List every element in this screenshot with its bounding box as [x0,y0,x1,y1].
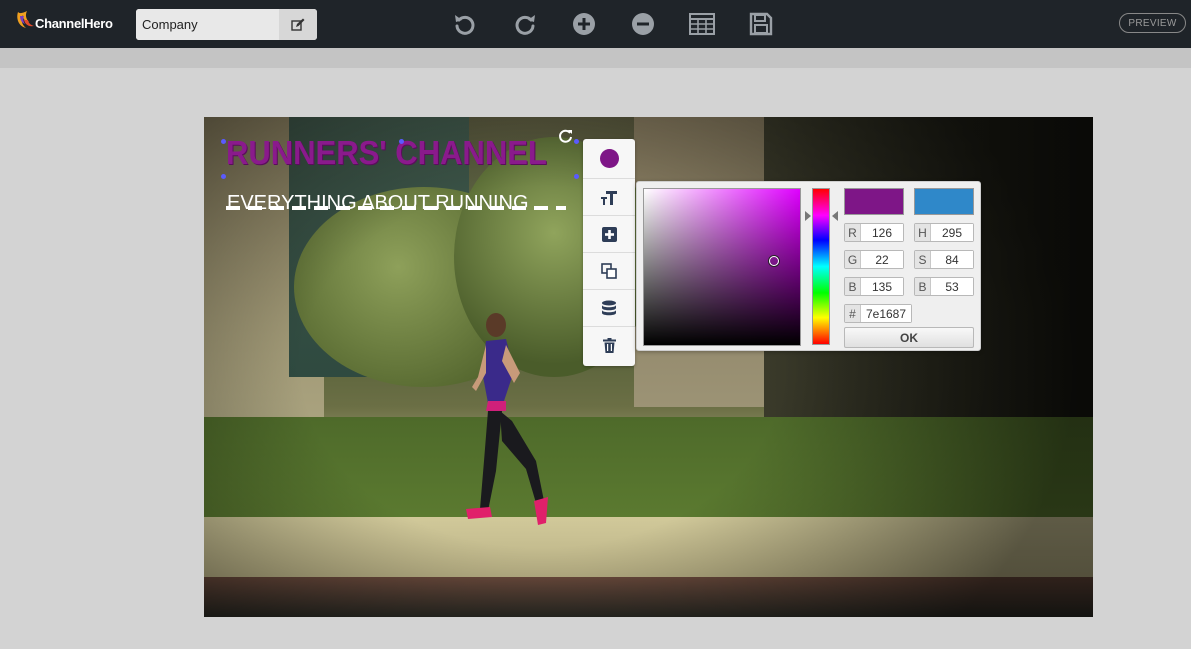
zoom-out-button[interactable] [629,10,657,38]
hue-arrow-right [832,211,838,221]
channel-subtitle[interactable]: EVERYTHING ABOUT RUNNING [227,192,529,215]
resize-handle[interactable] [399,139,404,144]
brand-name: ChannelHero [35,16,113,31]
green-field[interactable]: G 22 [844,250,904,269]
hex-value[interactable]: 7e1687 [861,305,911,322]
text-size-button[interactable] [583,179,635,216]
text-size-icon [601,191,617,205]
trash-icon [602,338,616,353]
blue-label: B [845,278,861,295]
company-field [136,9,317,40]
brightness-value[interactable]: 53 [931,278,973,295]
channel-title[interactable]: RUNNERS' CHANNEL [226,134,547,173]
hex-field[interactable]: # 7e1687 [844,304,912,323]
redo-icon [515,15,535,35]
blue-field[interactable]: B 135 [844,277,904,296]
grid-button[interactable] [688,10,716,38]
save-icon [749,12,773,36]
hex-label: # [845,305,861,322]
duplicate-button[interactable] [583,253,635,290]
saturation-field[interactable]: S 84 [914,250,974,269]
resize-handle[interactable] [221,139,226,144]
resize-handle[interactable] [574,139,579,144]
title-text-block[interactable]: RUNNERS' CHANNEL EVERYTHING ABOUT RUNNIN… [226,134,576,214]
current-color-swatch [914,188,974,215]
color-swatch [599,149,619,168]
resize-handle[interactable] [221,174,226,179]
add-icon [601,226,617,242]
layers-icon [602,300,616,315]
color-cursor[interactable] [769,256,779,266]
preview-button[interactable]: PREVIEW [1119,13,1186,33]
color-picker: R 126 G 22 B 135 H 295 S 84 B 53 # 7e168… [636,181,981,351]
resize-handle[interactable] [574,174,579,179]
saturation-brightness-area[interactable] [643,188,801,346]
hue-value[interactable]: 295 [931,224,973,241]
hue-field[interactable]: H 295 [914,223,974,242]
dashed-divider [226,206,566,210]
top-bar: ChannelHero Company PREVIEW [0,0,1191,48]
company-input[interactable] [136,9,279,40]
zoom-in-icon [573,13,595,35]
zoom-out-icon [632,13,654,35]
flame-logo-icon [17,11,34,28]
green-label: G [845,251,861,268]
sub-toolbar [0,48,1191,68]
red-value[interactable]: 126 [861,224,903,241]
zoom-in-button[interactable] [570,10,598,38]
saturation-value[interactable]: 84 [931,251,973,268]
element-toolbar [583,139,635,366]
delete-button[interactable] [583,327,635,364]
save-button[interactable] [747,10,775,38]
redo-button[interactable] [511,10,539,38]
hue-label: H [915,224,931,241]
add-element-button[interactable] [583,216,635,253]
grid-icon [689,13,715,35]
copy-icon [601,263,617,279]
edit-icon [291,18,305,31]
undo-button[interactable] [451,10,479,38]
green-value[interactable]: 22 [861,251,903,268]
saturation-label: S [915,251,931,268]
blue-value[interactable]: 135 [861,278,903,295]
red-label: R [845,224,861,241]
hue-arrow-left [805,211,811,221]
hue-slider[interactable] [812,188,830,345]
color-button[interactable] [583,139,635,179]
undo-icon [455,15,475,35]
red-field[interactable]: R 126 [844,223,904,242]
ok-button[interactable]: OK [844,327,974,348]
edit-company-button[interactable] [279,9,317,40]
new-color-swatch [844,188,904,215]
layers-button[interactable] [583,290,635,327]
rotate-handle-icon[interactable] [558,128,574,144]
brightness-label: B [915,278,931,295]
brightness-field[interactable]: B 53 [914,277,974,296]
